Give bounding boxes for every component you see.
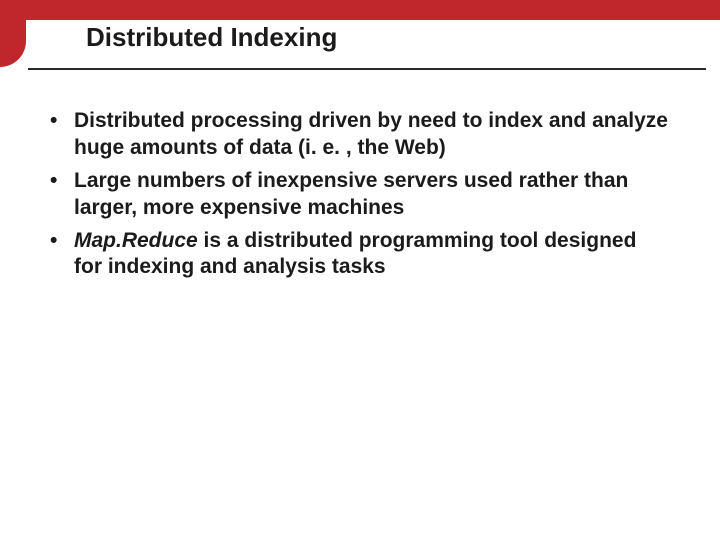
list-item: Distributed processing driven by need to… bbox=[44, 108, 668, 162]
bullet-text-post: Large numbers of inexpensive servers use… bbox=[74, 169, 628, 219]
header-accent-curve bbox=[0, 19, 26, 67]
list-item: Large numbers of inexpensive servers use… bbox=[44, 168, 668, 222]
slide: Distributed Indexing Distributed process… bbox=[0, 0, 720, 540]
title-area: Distributed Indexing bbox=[86, 22, 680, 63]
bullet-text-post: Distributed processing driven by need to… bbox=[74, 109, 668, 159]
header-bar bbox=[0, 0, 720, 20]
list-item: Map.Reduce is a distributed programming … bbox=[44, 228, 668, 282]
page-title: Distributed Indexing bbox=[86, 22, 680, 53]
content-body: Distributed processing driven by need to… bbox=[44, 108, 668, 287]
title-underline bbox=[28, 68, 706, 70]
bullet-text-em: Map.Reduce bbox=[74, 229, 198, 252]
bullet-list: Distributed processing driven by need to… bbox=[44, 108, 668, 281]
